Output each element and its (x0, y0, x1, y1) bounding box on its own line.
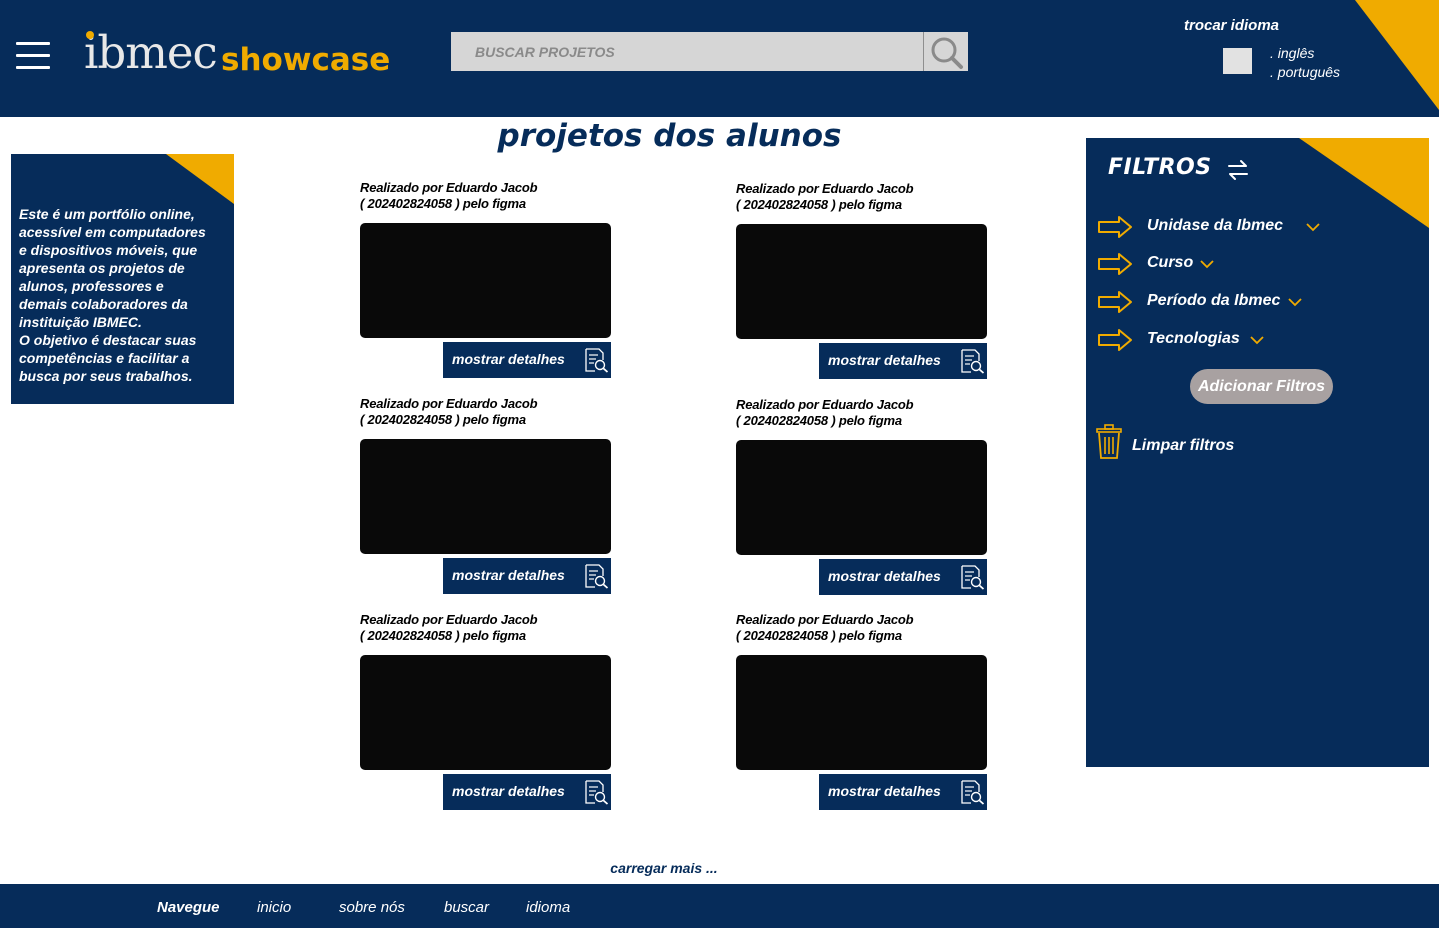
arrow-right-icon (1098, 216, 1132, 238)
chevron-down-icon (1288, 298, 1302, 307)
show-details-button[interactable]: mostrar detalhes (819, 559, 987, 595)
document-search-icon (585, 780, 609, 805)
logo-dot (86, 31, 94, 39)
about-info-box: Este é um portfólio online, acessível em… (11, 154, 234, 404)
project-thumbnail[interactable] (736, 655, 987, 770)
project-caption: Realizado por Eduardo Jacob ( 2024028240… (360, 396, 538, 427)
project-caption: Realizado por Eduardo Jacob ( 2024028240… (736, 612, 914, 643)
about-text: Este é um portfólio online, acessível em… (19, 206, 206, 384)
filter-periodo[interactable]: Período da Ibmec (1098, 290, 1318, 316)
footer-link-idioma[interactable]: idioma (526, 899, 570, 916)
project-card: Realizado por Eduardo Jacob ( 2024028240… (360, 612, 612, 810)
arrow-right-icon (1098, 329, 1132, 351)
project-caption: Realizado por Eduardo Jacob ( 2024028240… (736, 397, 914, 428)
show-details-button[interactable]: mostrar detalhes (443, 774, 611, 810)
arrow-right-icon (1098, 291, 1132, 313)
footer-title: Navegue (157, 899, 220, 916)
document-search-icon (961, 349, 985, 374)
search-bar (451, 32, 968, 71)
show-details-button[interactable]: mostrar detalhes (443, 558, 611, 594)
footer-link-buscar[interactable]: buscar (444, 899, 489, 916)
chevron-down-icon (1306, 223, 1320, 232)
project-thumbnail[interactable] (736, 440, 987, 555)
show-details-label: mostrar detalhes (828, 568, 941, 584)
document-search-icon (961, 565, 985, 590)
show-details-label: mostrar detalhes (452, 783, 565, 799)
project-card: Realizado por Eduardo Jacob ( 2024028240… (736, 181, 988, 379)
filter-label: Período da Ibmec (1147, 292, 1281, 309)
language-checkbox[interactable] (1223, 48, 1252, 74)
trash-icon (1096, 424, 1122, 459)
footer-nav: Navegue inicio sobre nós buscar idioma (0, 884, 1439, 928)
project-thumbnail[interactable] (360, 223, 611, 338)
project-card: Realizado por Eduardo Jacob ( 2024028240… (360, 180, 612, 378)
search-input[interactable] (451, 32, 924, 71)
project-thumbnail[interactable] (360, 655, 611, 770)
hamburger-menu-icon[interactable] (16, 42, 50, 70)
filter-tecnologias[interactable]: Tecnologias (1098, 328, 1278, 354)
show-details-button[interactable]: mostrar detalhes (819, 774, 987, 810)
filter-label: Curso (1147, 254, 1194, 271)
add-filters-button[interactable]: Adicionar Filtros (1190, 369, 1333, 404)
project-thumbnail[interactable] (360, 439, 611, 554)
project-card: Realizado por Eduardo Jacob ( 2024028240… (360, 396, 612, 594)
project-caption: Realizado por Eduardo Jacob ( 2024028240… (360, 180, 538, 211)
filter-label: Tecnologias (1147, 330, 1240, 347)
show-details-label: mostrar detalhes (828, 352, 941, 368)
filters-corner-accent (1299, 138, 1429, 228)
arrow-right-icon (1098, 253, 1132, 275)
language-option-portuguese[interactable]: . português (1270, 64, 1340, 80)
show-details-label: mostrar detalhes (452, 567, 565, 583)
clear-filters-button[interactable]: Limpar filtros (1095, 424, 1295, 460)
filter-label: Unidase da Ibmec (1147, 217, 1284, 234)
language-option-english[interactable]: . inglês (1270, 45, 1314, 61)
info-corner-accent (166, 154, 234, 204)
project-card: Realizado por Eduardo Jacob ( 2024028240… (736, 397, 988, 595)
logo-showcase[interactable]: showcase (221, 41, 390, 79)
show-details-button[interactable]: mostrar detalhes (819, 343, 987, 379)
show-details-label: mostrar detalhes (452, 351, 565, 367)
document-search-icon (585, 564, 609, 589)
project-card: Realizado por Eduardo Jacob ( 2024028240… (736, 612, 988, 810)
language-title: trocar idioma (1184, 17, 1280, 34)
chevron-down-icon (1250, 336, 1264, 345)
chevron-down-icon (1200, 260, 1214, 269)
header-corner-accent (1355, 0, 1439, 110)
clear-filters-label: Limpar filtros (1132, 437, 1235, 454)
document-search-icon (585, 348, 609, 373)
swap-arrows-icon[interactable] (1226, 158, 1250, 182)
search-icon (931, 37, 963, 69)
logo-ibmec[interactable]: ibmec (84, 28, 218, 78)
show-details-label: mostrar detalhes (828, 783, 941, 799)
project-caption: Realizado por Eduardo Jacob ( 2024028240… (360, 612, 538, 643)
top-header: ibmec showcase trocar idioma . inglês . … (0, 0, 1439, 117)
project-caption: Realizado por Eduardo Jacob ( 2024028240… (736, 181, 914, 212)
filter-curso[interactable]: Curso (1098, 252, 1238, 278)
filter-unidade[interactable]: Unidase da Ibmec (1098, 215, 1320, 241)
project-thumbnail[interactable] (736, 224, 987, 339)
filters-title: FILTROS (1108, 155, 1212, 180)
show-details-button[interactable]: mostrar detalhes (443, 342, 611, 378)
footer-link-inicio[interactable]: inicio (257, 899, 291, 916)
filters-panel: FILTROS Unidase da Ibmec Curso Período d… (1086, 138, 1429, 767)
load-more-link[interactable]: carregar mais ... (564, 860, 764, 876)
document-search-icon (961, 780, 985, 805)
footer-link-sobre[interactable]: sobre nós (339, 899, 405, 916)
search-button[interactable] (923, 32, 968, 71)
